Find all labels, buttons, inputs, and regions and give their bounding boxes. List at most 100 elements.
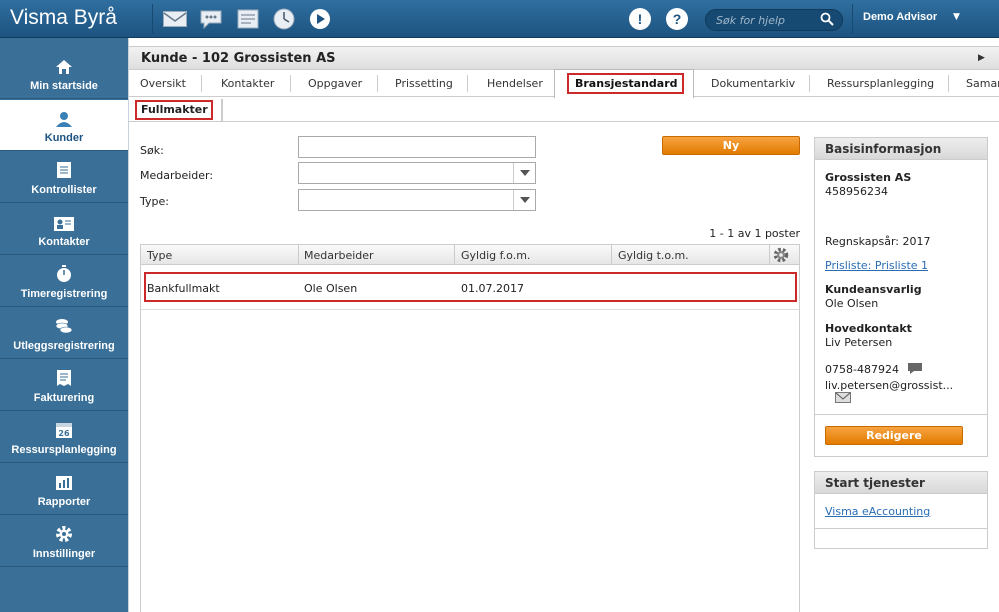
sidebar-item-ressursplanlegging[interactable]: 26 Ressursplanlegging bbox=[0, 412, 128, 463]
sidebar-item-label: Ressursplanlegging bbox=[11, 444, 117, 456]
column-header-gyldig-fom[interactable]: Gyldig f.o.m. bbox=[461, 249, 530, 262]
sidebar-item-kontrollister[interactable]: Kontrollister bbox=[0, 152, 128, 203]
type-select[interactable] bbox=[298, 189, 536, 211]
tab-oppgaver[interactable]: Oppgaver bbox=[308, 77, 362, 90]
play-icon[interactable] bbox=[307, 7, 333, 31]
help-icon[interactable]: ? bbox=[666, 8, 688, 30]
toolbar-divider bbox=[852, 4, 853, 34]
contact-card-icon bbox=[54, 217, 74, 231]
employee-label: Medarbeider: bbox=[140, 169, 214, 182]
sidebar-item-label: Rapporter bbox=[37, 496, 91, 508]
sidebar: Min startside Kunder Kontrollister Konta… bbox=[0, 38, 128, 612]
column-divider bbox=[298, 245, 299, 265]
bar-chart-icon bbox=[56, 476, 72, 490]
tab-divider bbox=[467, 75, 468, 92]
checklist-icon bbox=[57, 162, 71, 178]
tab-bransjestandard[interactable]: Bransjestandard bbox=[575, 77, 678, 90]
calendar-icon: 26 bbox=[56, 423, 72, 438]
subtab-fullmakter[interactable]: Fullmakter bbox=[135, 100, 213, 120]
services-panel: Start tjenester Visma eAccounting bbox=[814, 471, 988, 549]
column-header-gyldig-tom[interactable]: Gyldig t.o.m. bbox=[618, 249, 689, 262]
tab-ressursplanlegging[interactable]: Ressursplanlegging bbox=[827, 77, 934, 90]
document-icon[interactable] bbox=[235, 7, 261, 31]
chevron-down-icon[interactable] bbox=[513, 190, 535, 210]
search-icon[interactable] bbox=[820, 12, 834, 29]
tab-divider bbox=[809, 75, 810, 92]
data-table: Type Medarbeider Gyldig f.o.m. Gyldig t.… bbox=[140, 244, 800, 612]
sidebar-item-utleggsregistrering[interactable]: Utleggsregistrering bbox=[0, 308, 128, 359]
alert-icon[interactable]: ! bbox=[629, 8, 651, 30]
tab-oversikt[interactable]: Oversikt bbox=[140, 77, 186, 90]
sidebar-item-label: Kunder bbox=[44, 132, 84, 144]
tab-samar[interactable]: Samar bbox=[966, 77, 999, 90]
account-manager-label: Kundeansvarlig bbox=[825, 283, 922, 296]
sms-icon[interactable] bbox=[907, 362, 923, 378]
company-name: Grossisten AS bbox=[825, 171, 912, 184]
cell-gyldig-fom: 01.07.2017 bbox=[461, 282, 524, 295]
column-divider bbox=[611, 245, 612, 265]
chevron-down-icon[interactable]: ▼ bbox=[953, 12, 960, 22]
gear-icon bbox=[56, 526, 72, 542]
home-icon bbox=[56, 60, 72, 74]
tab-divider bbox=[948, 75, 949, 92]
new-button[interactable]: Ny bbox=[662, 136, 800, 155]
chat-icon[interactable] bbox=[198, 7, 224, 31]
column-header-type[interactable]: Type bbox=[147, 249, 172, 262]
sidebar-item-rapporter[interactable]: Rapporter bbox=[0, 464, 128, 515]
phone-number: 0758-487924 bbox=[825, 363, 899, 376]
sidebar-item-kontakter[interactable]: Kontakter bbox=[0, 204, 128, 255]
price-list-link[interactable]: Prisliste: Prisliste 1 bbox=[825, 259, 928, 272]
column-header-medarbeider[interactable]: Medarbeider bbox=[304, 249, 374, 262]
tab-bar: Oversikt Kontakter Oppgaver Prissetting … bbox=[129, 69, 999, 98]
pager-text: 1 - 1 av 1 poster bbox=[709, 227, 800, 240]
subtab-bar: Fullmakter bbox=[129, 97, 999, 122]
tab-kontakter[interactable]: Kontakter bbox=[221, 77, 274, 90]
page-header: Kunde - 102 Grossisten AS ▶ bbox=[129, 46, 999, 70]
panel-divider bbox=[815, 528, 987, 529]
edit-button[interactable]: Redigere bbox=[825, 426, 963, 445]
sidebar-item-label: Kontrollister bbox=[31, 184, 97, 196]
cell-type: Bankfullmakt bbox=[147, 282, 220, 295]
sidebar-item-timeregistrering[interactable]: Timeregistrering bbox=[0, 256, 128, 307]
tab-hendelser[interactable]: Hendelser bbox=[487, 77, 543, 90]
clock-icon[interactable] bbox=[271, 7, 297, 31]
sidebar-item-kunder[interactable]: Kunder bbox=[0, 100, 128, 151]
chevron-right-icon[interactable]: ▶ bbox=[978, 53, 985, 63]
fiscal-year: Regnskapsår: 2017 bbox=[825, 235, 931, 248]
search-label: Søk: bbox=[140, 144, 164, 157]
sidebar-item-label: Kontakter bbox=[38, 236, 90, 248]
tab-divider bbox=[377, 75, 378, 92]
sidebar-item-min-startside[interactable]: Min startside bbox=[0, 48, 128, 99]
table-row[interactable]: Bankfullmakt Ole Olsen 01.07.2017 bbox=[141, 266, 799, 310]
sidebar-item-label: Utleggsregistrering bbox=[13, 340, 115, 352]
sidebar-item-label: Innstillinger bbox=[32, 548, 96, 560]
sidebar-item-innstillinger[interactable]: Innstillinger bbox=[0, 516, 128, 567]
sidebar-item-fakturering[interactable]: Fakturering bbox=[0, 360, 128, 411]
mail-icon[interactable] bbox=[162, 7, 188, 31]
user-menu[interactable]: Demo Advisor bbox=[863, 11, 937, 23]
gear-icon[interactable] bbox=[773, 247, 789, 266]
employee-select[interactable] bbox=[298, 162, 536, 184]
tab-prissetting[interactable]: Prissetting bbox=[395, 77, 453, 90]
chevron-down-icon[interactable] bbox=[513, 163, 535, 183]
column-divider bbox=[454, 245, 455, 265]
main-contact: Liv Petersen bbox=[825, 336, 893, 349]
page-title: Kunde - 102 Grossisten AS bbox=[141, 51, 336, 66]
search-input[interactable] bbox=[298, 136, 536, 158]
tab-dokumentarkiv[interactable]: Dokumentarkiv bbox=[711, 77, 795, 90]
cell-medarbeider: Ole Olsen bbox=[304, 282, 358, 295]
calendar-day: 26 bbox=[58, 429, 70, 438]
stopwatch-icon bbox=[57, 265, 71, 282]
tab-divider bbox=[201, 75, 202, 92]
email-icon[interactable] bbox=[835, 392, 851, 406]
column-divider bbox=[769, 245, 770, 265]
table-header: Type Medarbeider Gyldig f.o.m. Gyldig t.… bbox=[141, 245, 799, 265]
subtab-label: Fullmakter bbox=[141, 103, 208, 116]
app-title: Visma Byrå bbox=[10, 6, 117, 29]
type-label: Type: bbox=[140, 195, 169, 208]
toolbar-divider bbox=[152, 4, 153, 34]
person-icon bbox=[56, 112, 72, 127]
org-number: 458956234 bbox=[825, 185, 888, 198]
visma-eaccounting-link[interactable]: Visma eAccounting bbox=[825, 505, 930, 518]
sidebar-item-label: Min startside bbox=[30, 80, 98, 92]
